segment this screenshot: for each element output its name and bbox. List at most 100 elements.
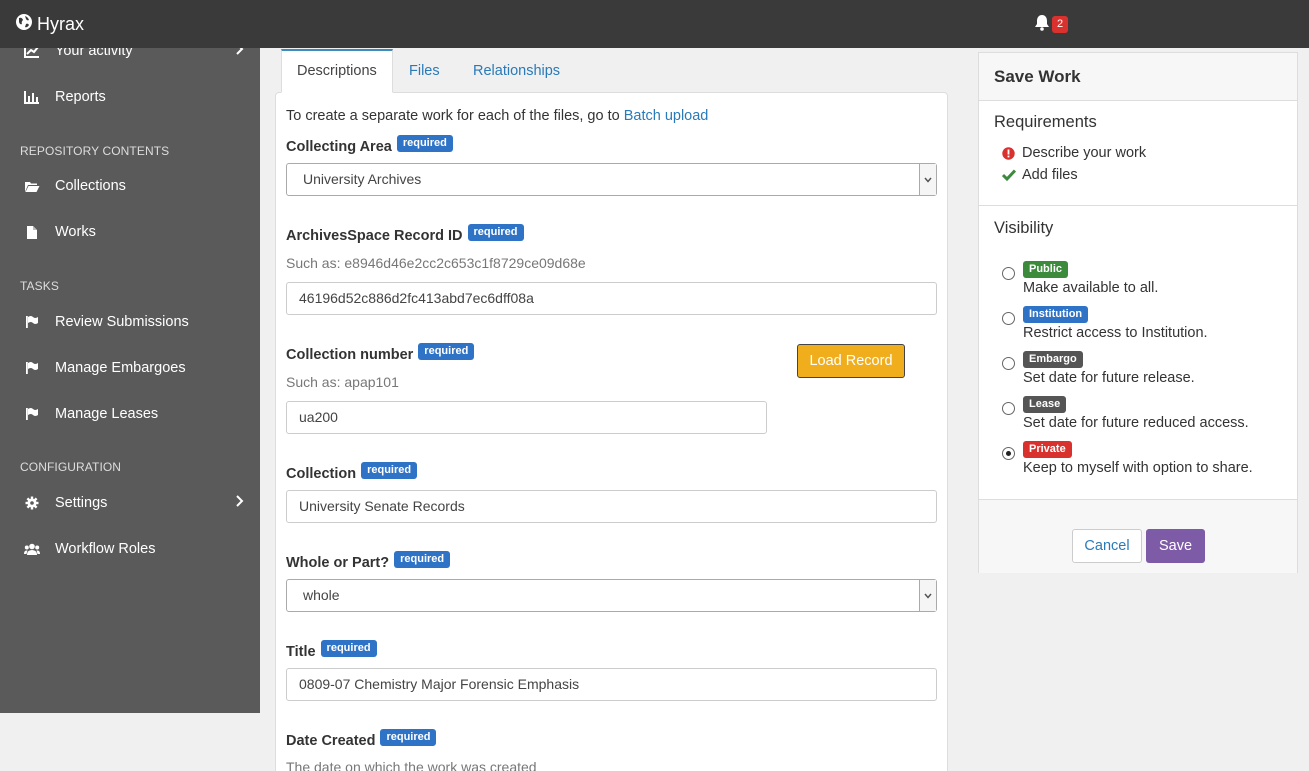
select-value: whole: [303, 587, 340, 603]
visibility-description: Keep to myself with option to share.: [1023, 460, 1253, 476]
sidebar: Your activity Reports REPOSITORY CONTENT…: [0, 48, 260, 713]
sidebar-item-label: Works: [55, 224, 96, 240]
field-label: ArchivesSpace Record ID: [286, 227, 463, 244]
sidebar-item-workflow-roles[interactable]: Workflow Roles: [0, 529, 260, 569]
save-work-title: Save Work: [994, 67, 1081, 86]
save-work-header: Save Work: [979, 53, 1297, 101]
flag-icon: [24, 360, 40, 376]
title-label: Title required: [286, 640, 377, 660]
notification-count-badge: 2: [1052, 15, 1069, 33]
chevron-right-icon: [236, 495, 244, 511]
visibility-radio[interactable]: [1002, 402, 1015, 415]
bell-icon: [1034, 14, 1050, 34]
visibility-heading: Visibility: [994, 219, 1054, 237]
collecting-area-select[interactable]: University Archives: [286, 163, 937, 196]
chevron-down-icon: [919, 580, 936, 611]
visibility-badge: Institution: [1023, 306, 1089, 323]
requirement-label: Describe your work: [1022, 145, 1147, 161]
visibility-radio[interactable]: [1002, 267, 1015, 280]
visibility-description: Make available to all.: [1023, 280, 1159, 296]
file-icon: [24, 224, 40, 240]
section-heading-repository: REPOSITORY CONTENTS: [20, 144, 170, 158]
section-heading-configuration: CONFIGURATION: [20, 460, 122, 474]
required-badge: required: [320, 640, 377, 657]
sidebar-item-your-activity[interactable]: Your activity: [0, 48, 260, 71]
gear-icon: [24, 495, 40, 511]
cancel-button[interactable]: Cancel: [1072, 529, 1142, 563]
required-badge: required: [396, 135, 453, 152]
notifications-button[interactable]: 2: [1034, 14, 1069, 34]
sidebar-item-label: Manage Leases: [55, 406, 159, 422]
collecting-area-label: Collecting Area required: [286, 135, 453, 155]
visibility-description: Restrict access to Institution.: [1023, 325, 1208, 341]
batch-upload-link[interactable]: Batch upload: [624, 108, 709, 124]
collection-number-input[interactable]: ua200: [286, 401, 767, 434]
check-icon: [1002, 169, 1018, 181]
title-input[interactable]: 0809-07 Chemistry Major Forensic Emphasi…: [286, 668, 937, 701]
visibility-badge: Private: [1023, 441, 1072, 458]
exclamation-circle-icon: [1002, 146, 1018, 160]
sidebar-item-label: Review Submissions: [55, 314, 189, 330]
sidebar-item-label: Settings: [55, 495, 108, 511]
sidebar-item-label: Collections: [55, 178, 126, 194]
field-label: Collection: [286, 465, 357, 482]
top-navbar: Hyrax 2: [0, 0, 1309, 48]
archivesspace-id-label: ArchivesSpace Record ID required: [286, 224, 524, 244]
whole-or-part-label: Whole or Part? required: [286, 551, 451, 571]
save-button[interactable]: Save: [1146, 529, 1205, 563]
field-label: Date Created: [286, 732, 376, 749]
sidebar-item-works[interactable]: Works: [0, 212, 260, 252]
tab-relationships[interactable]: Relationships: [473, 49, 560, 93]
tab-descriptions[interactable]: Descriptions: [281, 49, 393, 93]
requirement-add-files: Add files: [1002, 167, 1078, 183]
requirement-label: Add files: [1022, 167, 1078, 183]
required-badge: required: [467, 224, 524, 241]
field-label: Whole or Part?: [286, 554, 390, 571]
select-value: University Archives: [303, 171, 422, 187]
requirement-describe-work: Describe your work: [1002, 145, 1146, 161]
flag-icon: [24, 314, 40, 330]
tab-files[interactable]: Files: [409, 49, 440, 93]
requirements-heading: Requirements: [994, 113, 1097, 131]
collection-label: Collection required: [286, 462, 418, 482]
sidebar-item-settings[interactable]: Settings: [0, 483, 260, 523]
visibility-radio[interactable]: [1002, 312, 1015, 325]
visibility-radio-selected[interactable]: [1002, 447, 1015, 460]
sidebar-item-manage-leases[interactable]: Manage Leases: [0, 394, 260, 434]
bar-chart-icon: [24, 89, 40, 105]
required-badge: required: [394, 551, 451, 568]
flag-icon: [24, 406, 40, 422]
visibility-description: Set date for future reduced access.: [1023, 415, 1249, 431]
sidebar-item-reports[interactable]: Reports: [0, 77, 260, 117]
field-label: Collection number: [286, 346, 414, 363]
field-label: Title: [286, 643, 316, 660]
date-created-hint: The date on which the work was created: [286, 759, 537, 771]
collection-input[interactable]: University Senate Records: [286, 490, 937, 523]
chevron-down-icon: [919, 164, 936, 195]
visibility-description: Set date for future release.: [1023, 370, 1195, 386]
section-heading-tasks: TASKS: [20, 279, 59, 293]
required-badge: required: [380, 729, 437, 746]
intro-text: To create a separate work for each of th…: [286, 108, 624, 124]
load-record-button[interactable]: Load Record: [797, 344, 905, 378]
app-name: Hyrax: [37, 13, 85, 34]
sidebar-item-label: Your activity: [55, 48, 133, 59]
archivesspace-id-input[interactable]: 46196d52c886d2fc413abd7ec6dff08a: [286, 282, 937, 315]
users-icon: [24, 541, 40, 557]
sidebar-item-collections[interactable]: Collections: [0, 166, 260, 206]
brand-link[interactable]: Hyrax: [15, 12, 84, 36]
sidebar-item-label: Manage Embargoes: [55, 360, 186, 376]
globe-icon: [15, 13, 37, 36]
chevron-right-icon: [236, 48, 244, 59]
sidebar-item-review-submissions[interactable]: Review Submissions: [0, 302, 260, 342]
required-badge: required: [361, 462, 418, 479]
collection-number-label: Collection number required: [286, 343, 475, 363]
required-badge: required: [418, 343, 475, 360]
batch-upload-notice: To create a separate work for each of th…: [286, 108, 708, 124]
line-chart-icon: [24, 48, 40, 59]
sidebar-item-manage-embargoes[interactable]: Manage Embargoes: [0, 348, 260, 388]
archivesspace-id-hint: Such as: e8946d46e2cc2c653c1f8729ce09d68…: [286, 255, 586, 271]
visibility-radio[interactable]: [1002, 357, 1015, 370]
whole-or-part-select[interactable]: whole: [286, 579, 937, 612]
save-work-footer: Cancel Save: [979, 499, 1297, 573]
